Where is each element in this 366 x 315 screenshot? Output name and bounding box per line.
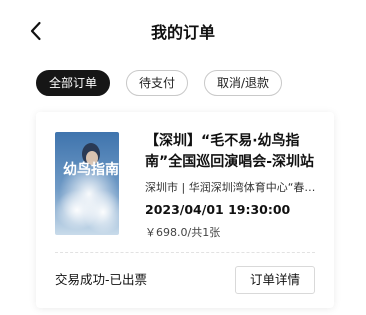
card-divider	[55, 252, 315, 253]
tab-pending-payment[interactable]: 待支付	[126, 70, 188, 96]
order-info: 【深圳】“毛不易·幼鸟指南”全国巡回演唱会-深圳站 深圳市 | 华润深圳湾体育中…	[145, 131, 325, 240]
svg-text:幼鸟指南: 幼鸟指南	[63, 161, 119, 178]
tab-cancel-refund[interactable]: 取消/退款	[204, 70, 282, 96]
poster-image: 幼鸟指南	[55, 132, 119, 235]
tab-all-orders[interactable]: 全部订单	[36, 70, 110, 96]
order-detail-button[interactable]: 订单详情	[235, 266, 315, 294]
order-price: ￥698.0/共1张	[145, 226, 221, 239]
order-card[interactable]: 幼鸟指南 【深圳】“毛不易·幼鸟指南”全国巡回演唱会-深圳站 深圳市 | 华润深…	[36, 112, 334, 308]
event-datetime: 2023/04/01 19:30:00	[145, 202, 291, 217]
event-poster[interactable]: 幼鸟指南	[55, 132, 119, 235]
event-title[interactable]: 【深圳】“毛不易·幼鸟指南”全国巡回演唱会-深圳站	[145, 131, 325, 173]
page-title: 我的订单	[150, 23, 215, 42]
navigation-bar: 我的订单	[0, 0, 366, 62]
order-status: 交易成功-已出票	[55, 272, 148, 287]
event-venue: 深圳市 | 华润深圳湾体育中心“春茧”体育馆	[145, 181, 325, 194]
